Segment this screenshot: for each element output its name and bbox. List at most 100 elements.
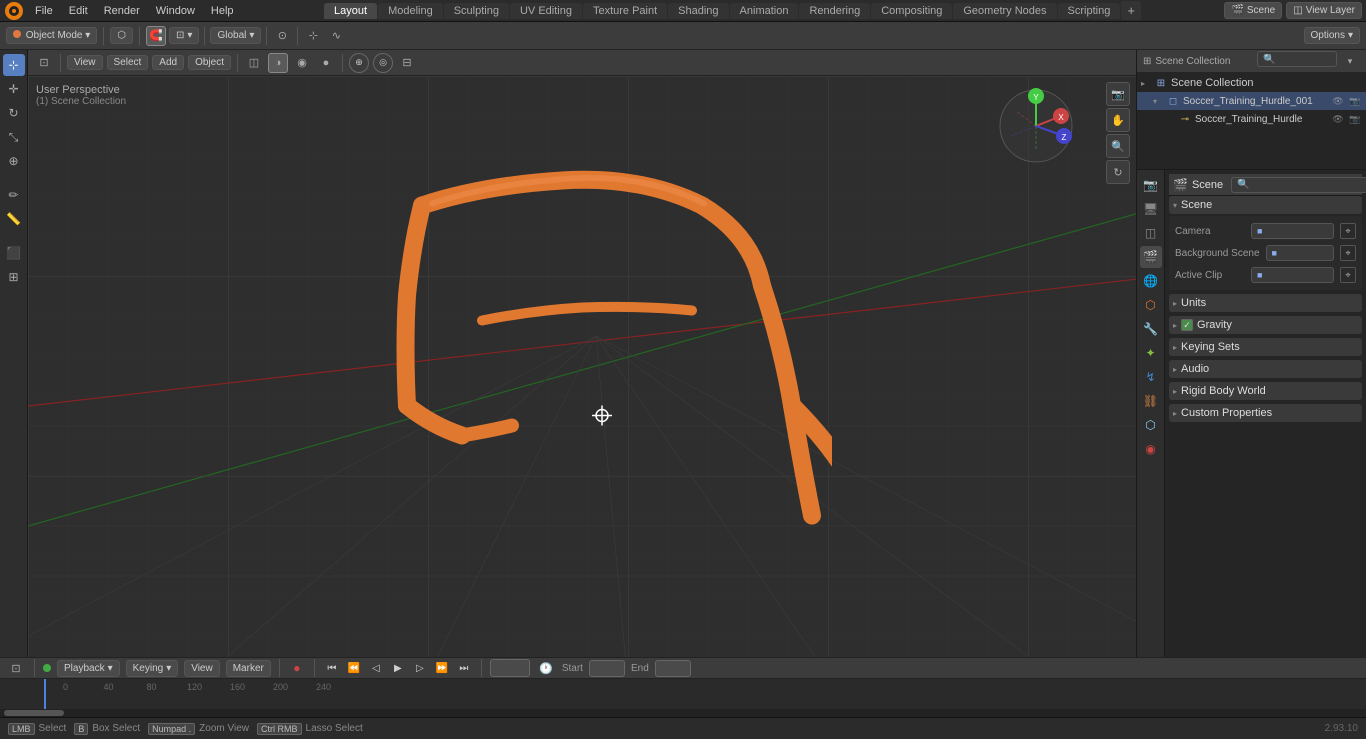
props-scene-icon[interactable]: 🎬 — [1140, 246, 1162, 268]
tool-transform[interactable]: ⊕ — [3, 150, 25, 172]
gravity-checkbox[interactable]: ✓ — [1181, 319, 1193, 331]
tab-shading[interactable]: Shading — [668, 3, 728, 19]
camera-view-btn[interactable]: 📷 — [1106, 82, 1130, 106]
overlay-toggle[interactable]: ◎ — [373, 53, 393, 73]
marker-dropdown[interactable]: Marker — [226, 660, 271, 677]
scene-section-header[interactable]: ▾ Scene — [1169, 196, 1362, 214]
props-modifier-icon[interactable]: 🔧 — [1140, 318, 1162, 340]
props-view-layer-icon[interactable]: ◫ — [1140, 222, 1162, 244]
outliner-item-hurdle[interactable]: ⊸ Soccer_Training_Hurdle 👁 📷 — [1137, 110, 1366, 128]
end-frame-input[interactable]: 250 — [655, 660, 691, 677]
props-data-icon[interactable]: ⬡ — [1140, 414, 1162, 436]
tl-view-dropdown[interactable]: View — [184, 660, 220, 677]
shading-wireframe-btn[interactable]: ◫ — [244, 53, 264, 73]
timeline-body[interactable]: 0 40 80 120 160 200 240 — [0, 679, 1366, 717]
tab-modeling[interactable]: Modeling — [378, 3, 443, 19]
keying-dropdown[interactable]: Keying ▾ — [126, 660, 179, 677]
pivot-dropdown[interactable]: Global ▾ — [210, 27, 261, 44]
custom-props-header[interactable]: ▸ Custom Properties — [1169, 404, 1362, 422]
rigid-body-header[interactable]: ▸ Rigid Body World — [1169, 382, 1362, 400]
view-layer-selector[interactable]: ◫ View Layer — [1286, 2, 1362, 19]
next-keyframe-btn[interactable]: ⏩ — [433, 659, 451, 677]
start-frame-input[interactable]: 1 — [589, 660, 625, 677]
visibility-icon[interactable]: 👁 — [1331, 94, 1345, 108]
editor-type-icon[interactable]: ⊡ — [34, 53, 54, 73]
outliner-search[interactable] — [1257, 51, 1337, 67]
timeline-scrollbar-thumb[interactable] — [4, 710, 64, 716]
shading-solid-btn[interactable]: ◑ — [268, 53, 288, 73]
tab-compositing[interactable]: Compositing — [871, 3, 952, 19]
tool-extrude[interactable]: ⊞ — [3, 266, 25, 288]
proportional-edit[interactable]: ⊙ — [272, 26, 292, 46]
snap-icon3[interactable]: ∿ — [326, 26, 346, 46]
outliner-item-hurdle001[interactable]: ▾ ◻ Soccer_Training_Hurdle_001 👁 📷 — [1137, 92, 1366, 110]
pan-btn[interactable]: ✋ — [1106, 108, 1130, 132]
timeline-editor-icon[interactable]: ⊡ — [6, 658, 26, 678]
props-render-icon[interactable]: 📷 — [1140, 174, 1162, 196]
snap-toggle[interactable]: 🧲 — [146, 26, 166, 46]
tool-scale[interactable]: ⤡ — [3, 126, 25, 148]
outliner-scene-collection[interactable]: ▸ ⊞ Scene Collection — [1137, 74, 1366, 92]
rotate-btn[interactable]: ↻ — [1106, 160, 1130, 184]
props-material-icon[interactable]: ◉ — [1140, 438, 1162, 460]
tab-uv-editing[interactable]: UV Editing — [510, 3, 582, 19]
background-scene-value[interactable]: ■ — [1266, 245, 1334, 261]
snap-icon2[interactable]: ⊹ — [303, 26, 323, 46]
snap-type-dropdown[interactable]: ⊡ ▾ — [169, 27, 199, 44]
jump-end-btn[interactable]: ⏭ — [455, 659, 473, 677]
audio-section-header[interactable]: ▸ Audio — [1169, 360, 1362, 378]
tab-layout[interactable]: Layout — [324, 3, 377, 19]
menu-help[interactable]: Help — [204, 3, 241, 19]
current-frame-input[interactable]: 1 — [490, 659, 530, 677]
tool-rotate[interactable]: ↻ — [3, 102, 25, 124]
viewport-canvas[interactable]: User Perspective (1) Scene Collection — [28, 76, 1136, 657]
jump-start-btn[interactable]: ⏮ — [323, 659, 341, 677]
record-button[interactable]: ● — [288, 659, 306, 677]
viewport-shading-btn[interactable]: ⬡ — [110, 27, 133, 44]
prev-keyframe-btn[interactable]: ⏪ — [345, 659, 363, 677]
camera-picker-btn[interactable]: ⌖ — [1340, 223, 1356, 239]
vp-select-menu[interactable]: Select — [107, 55, 149, 70]
menu-window[interactable]: Window — [149, 3, 202, 19]
gravity-section-header[interactable]: ▸ ✓ Gravity — [1169, 316, 1362, 334]
units-section-header[interactable]: ▸ Units — [1169, 294, 1362, 312]
mode-dropdown[interactable]: Object Mode ▾ — [6, 27, 97, 44]
hurdle-visibility-icon[interactable]: 👁 — [1331, 112, 1345, 126]
menu-file[interactable]: File — [28, 3, 60, 19]
gizmo-toggle[interactable]: ⊕ — [349, 53, 369, 73]
zoom-btn[interactable]: 🔍 — [1106, 134, 1130, 158]
props-output-icon[interactable]: 🖥 — [1140, 198, 1162, 220]
step-back-btn[interactable]: ◁ — [367, 659, 385, 677]
tool-move[interactable]: ✛ — [3, 78, 25, 100]
tool-add-cube[interactable]: ⬛ — [3, 242, 25, 264]
outliner-body[interactable]: ▸ ⊞ Scene Collection ▾ ◻ Soccer_Training… — [1137, 72, 1366, 169]
options-dropdown[interactable]: Options ▾ — [1304, 27, 1361, 44]
hurdle-render-icon[interactable]: 📷 — [1348, 112, 1362, 126]
scene-selector[interactable]: 🎬 Scene — [1224, 2, 1282, 19]
step-forward-btn[interactable]: ▷ — [411, 659, 429, 677]
timeline-scrollbar[interactable] — [0, 709, 1366, 717]
vp-add-menu[interactable]: Add — [152, 55, 184, 70]
tab-rendering[interactable]: Rendering — [799, 3, 870, 19]
tab-sculpting[interactable]: Sculpting — [444, 3, 509, 19]
vp-object-menu[interactable]: Object — [188, 55, 231, 70]
active-clip-picker[interactable]: ⌖ — [1340, 267, 1356, 283]
tool-measure[interactable]: 📏 — [3, 208, 25, 230]
play-btn[interactable]: ▶ — [389, 659, 407, 677]
shading-material-btn[interactable]: ◉ — [292, 53, 312, 73]
tab-scripting[interactable]: Scripting — [1058, 3, 1121, 19]
keying-sets-header[interactable]: ▸ Keying Sets — [1169, 338, 1362, 356]
tab-geometry-nodes[interactable]: Geometry Nodes — [953, 3, 1056, 19]
camera-value[interactable]: ■ — [1251, 223, 1334, 239]
tool-cursor[interactable]: ⊹ — [3, 54, 25, 76]
tab-texture-paint[interactable]: Texture Paint — [583, 3, 667, 19]
props-particles-icon[interactable]: ✦ — [1140, 342, 1162, 364]
outliner-filter-btn[interactable]: ▾ — [1340, 51, 1360, 71]
menu-edit[interactable]: Edit — [62, 3, 95, 19]
props-constraints-icon[interactable]: ⛓ — [1140, 390, 1162, 412]
navigation-gizmo[interactable]: X Y Z — [996, 86, 1076, 166]
xray-toggle[interactable]: ⊟ — [397, 53, 417, 73]
render-icon[interactable]: 📷 — [1348, 94, 1362, 108]
props-search-input[interactable] — [1231, 177, 1366, 193]
props-world-icon[interactable]: 🌐 — [1140, 270, 1162, 292]
